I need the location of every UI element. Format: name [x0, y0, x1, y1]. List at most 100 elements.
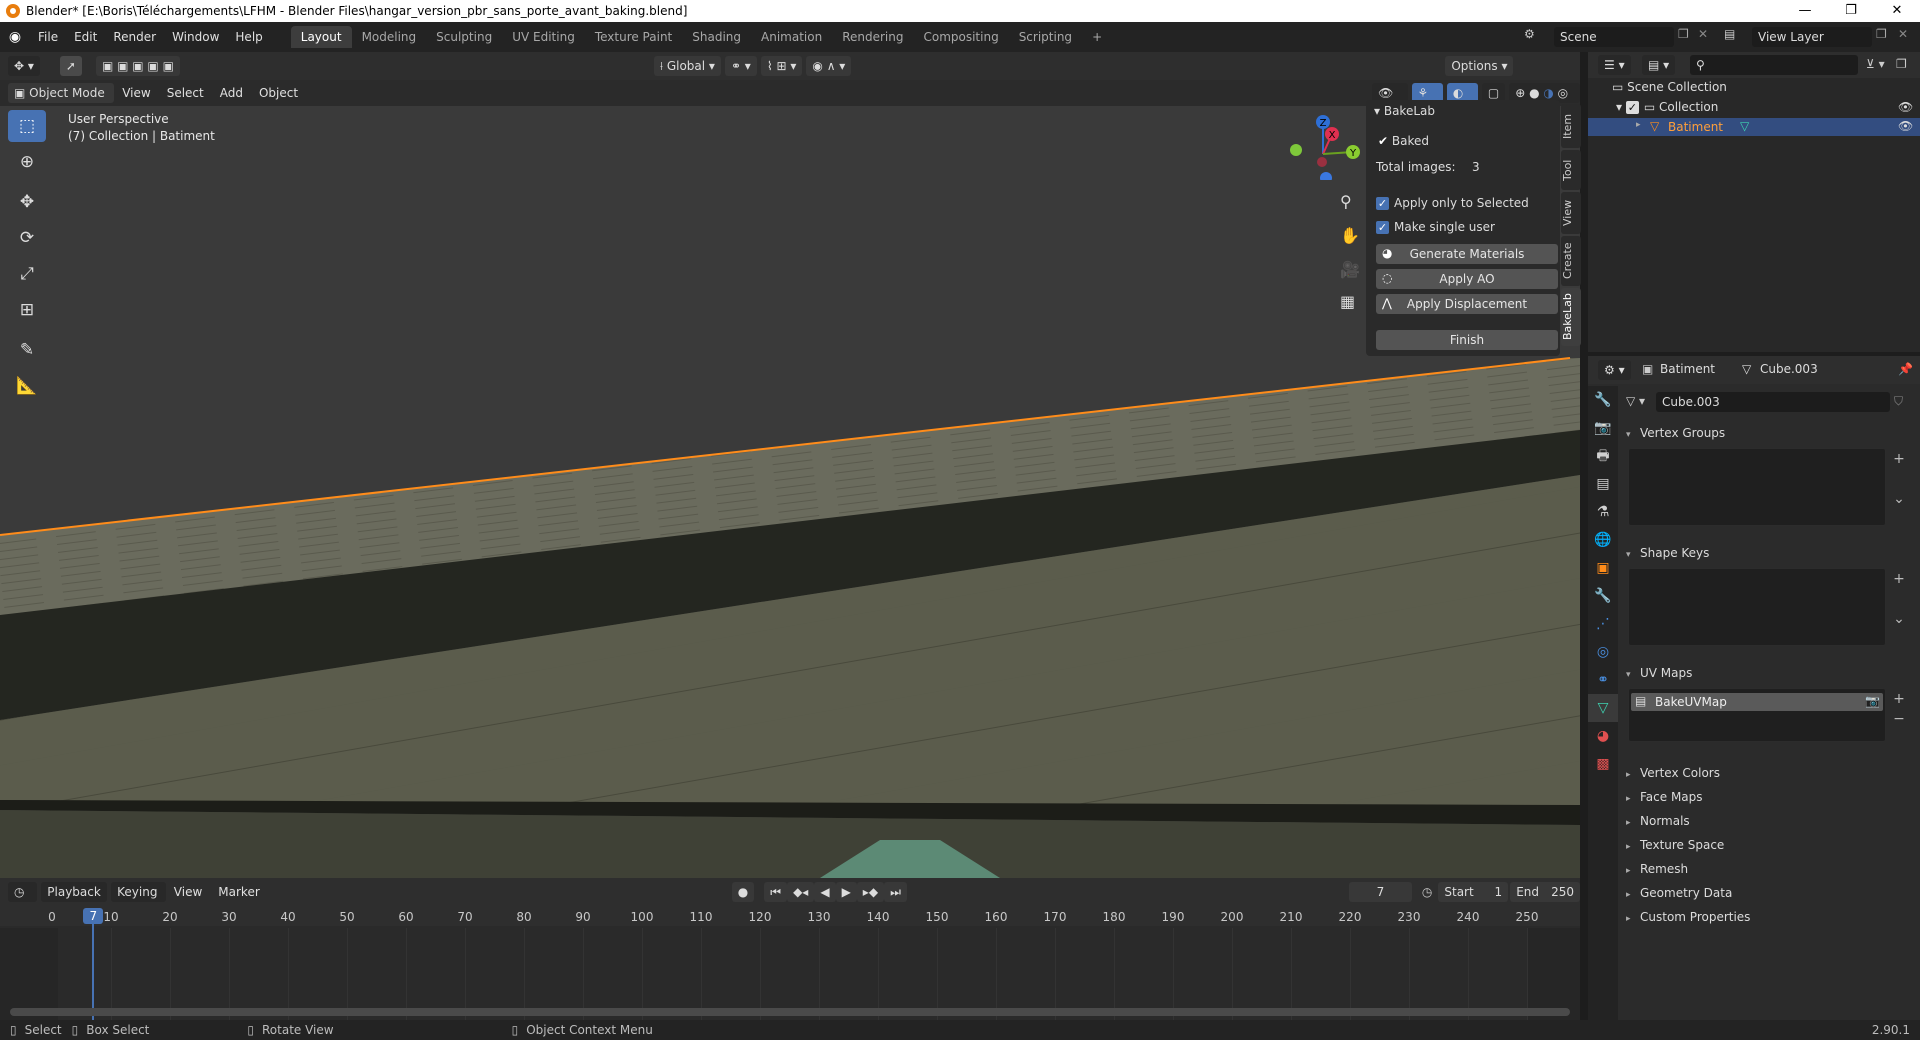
output-tab-icon[interactable]: 🖶 — [1588, 442, 1618, 470]
bakelab-panel-header[interactable]: ▾ BakeLab — [1374, 104, 1435, 118]
end-frame-field[interactable]: End 250 — [1510, 882, 1580, 902]
start-frame-field[interactable]: Start 1 — [1438, 882, 1509, 902]
vertex-colors-section[interactable]: ▸ Vertex Colors — [1626, 762, 1916, 784]
properties-editor-type-icon[interactable]: ⚙ ▾ — [1598, 360, 1631, 380]
rotate-tool-icon[interactable]: ⟳ — [8, 222, 46, 254]
add-uv-map-icon[interactable]: + — [1890, 690, 1908, 708]
display-mode-icon[interactable]: ▤ ▾ — [1642, 55, 1676, 75]
jump-keyframe-forward-icon[interactable]: ▸◆ — [856, 882, 885, 902]
tool-tab-icon[interactable]: 🔧 — [1588, 386, 1618, 414]
zoom-icon[interactable]: ⚲ — [1340, 192, 1352, 211]
world-tab-icon[interactable]: 🌐 — [1588, 526, 1618, 554]
menu-window[interactable]: Window — [164, 30, 227, 44]
scale-tool-icon[interactable]: ⤢ — [8, 258, 46, 290]
constraints-tab-icon[interactable]: ⚭ — [1588, 666, 1618, 694]
outliner-search-input[interactable]: ⚲ — [1690, 55, 1858, 75]
fake-user-shield-icon[interactable]: ⛉ — [1894, 394, 1903, 409]
menu-view[interactable]: View — [114, 86, 158, 100]
add-vertex-group-icon[interactable]: + — [1890, 450, 1908, 468]
mesh-data-tab-icon[interactable]: ▽ — [1588, 694, 1618, 722]
texture-space-section[interactable]: ▸ Texture Space — [1626, 834, 1916, 856]
shape-keys-section[interactable]: ▾ Shape Keys — [1626, 542, 1916, 564]
uv-maps-section[interactable]: ▾ UV Maps — [1626, 662, 1916, 684]
new-view-layer-icon[interactable]: ❐ — [1876, 27, 1887, 41]
timeline-marker-menu[interactable]: Marker — [210, 885, 267, 899]
object-tab-icon[interactable]: ▣ — [1588, 554, 1618, 582]
outliner-editor-type-icon[interactable]: ☰ ▾ — [1598, 55, 1631, 75]
mesh-datablock-icon[interactable]: ▽ ▾ — [1626, 394, 1645, 408]
workspace-tab-texture-paint[interactable]: Texture Paint — [585, 26, 682, 48]
outliner-scene-collection[interactable]: ▭ Scene Collection — [1612, 80, 1727, 94]
material-tab-icon[interactable]: ◕ — [1588, 722, 1618, 750]
new-collection-icon[interactable]: ❐ — [1896, 57, 1907, 71]
menu-render[interactable]: Render — [105, 30, 164, 44]
workspace-tab-animation[interactable]: Animation — [751, 26, 832, 48]
workspace-tab-modeling[interactable]: Modeling — [352, 26, 427, 48]
pin-icon[interactable]: 📌 — [1898, 362, 1913, 376]
face-maps-section[interactable]: ▸ Face Maps — [1626, 786, 1916, 808]
geometry-data-section[interactable]: ▸ Geometry Data — [1626, 882, 1916, 904]
collection-checkbox-icon[interactable]: ✓ — [1625, 101, 1639, 114]
add-workspace-button[interactable]: + — [1082, 26, 1112, 48]
menu-edit[interactable]: Edit — [66, 30, 105, 44]
modifier-tab-icon[interactable]: 🔧 — [1588, 582, 1618, 610]
annotate-tool-icon[interactable]: ✎ — [8, 334, 46, 366]
scene-tab-icon[interactable]: ⚗ — [1588, 498, 1618, 526]
play-reverse-icon[interactable]: ◀ — [814, 882, 836, 902]
generate-materials-button[interactable]: ◕ Generate Materials — [1376, 244, 1558, 264]
blender-menu-icon[interactable]: ◉ — [0, 29, 30, 45]
sidebar-tab-tool[interactable]: Tool — [1561, 150, 1581, 190]
select-box-tool-icon[interactable]: ⬚ — [8, 110, 46, 142]
outliner-object-row[interactable]: ▸ ▽ Batiment ▽ 👁 — [1588, 118, 1920, 136]
jump-keyframe-back-icon[interactable]: ◆◂ — [787, 882, 815, 902]
menu-select[interactable]: Select — [159, 86, 212, 100]
sidebar-tab-bakelab[interactable]: BakeLab — [1561, 288, 1581, 346]
editor-type-icon[interactable]: ✥ ▾ — [8, 56, 40, 76]
apply-displacement-button[interactable]: ⋀ Apply Displacement — [1376, 294, 1558, 314]
options-dropdown[interactable]: Options ▾ — [1445, 56, 1514, 76]
timeline-view-menu[interactable]: View — [166, 885, 210, 899]
menu-add[interactable]: Add — [212, 86, 251, 100]
view-layer-tab-icon[interactable]: ▤ — [1588, 470, 1618, 498]
delete-scene-icon[interactable]: ✕ — [1698, 27, 1708, 41]
select-box-icon[interactable]: ▣ ▣ ▣ ▣ ▣ — [95, 56, 180, 76]
current-frame-field[interactable]: 7 — [1348, 882, 1412, 902]
pivot-point-icon[interactable]: ⚭ ▾ — [724, 56, 757, 76]
physics-tab-icon[interactable]: ◎ — [1588, 638, 1618, 666]
view-layer-selector[interactable]: View Layer — [1752, 27, 1872, 47]
texture-tab-icon[interactable]: ▩ — [1588, 750, 1618, 778]
finish-button[interactable]: Finish — [1376, 330, 1558, 350]
workspace-tab-uv-editing[interactable]: UV Editing — [502, 26, 585, 48]
keying-menu[interactable]: Keying ▾ — [111, 882, 166, 919]
remove-uv-map-icon[interactable]: − — [1890, 710, 1908, 728]
pan-hand-icon[interactable]: ✋ — [1340, 226, 1360, 245]
shape-key-menu-icon[interactable]: ⌄ — [1890, 610, 1908, 628]
shape-keys-list[interactable] — [1628, 568, 1886, 646]
make-single-user-checkbox[interactable]: ✓ Make single user — [1376, 220, 1495, 234]
particles-tab-icon[interactable]: ⋰ — [1588, 610, 1618, 638]
measure-tool-icon[interactable]: 📐 — [8, 370, 46, 402]
snap-icon[interactable]: ⌇ ⊞ ▾ — [760, 56, 803, 76]
apply-only-selected-checkbox[interactable]: ✓ Apply only to Selected — [1376, 196, 1529, 210]
menu-object[interactable]: Object — [251, 86, 306, 100]
menu-file[interactable]: File — [30, 30, 66, 44]
close-button[interactable]: ✕ — [1874, 0, 1920, 22]
vertex-groups-list[interactable] — [1628, 448, 1886, 526]
collection-visibility-eye-icon[interactable]: 👁 — [1898, 100, 1913, 114]
new-scene-icon[interactable]: ❐ — [1678, 27, 1689, 41]
play-icon[interactable]: ▶ — [835, 882, 857, 902]
sidebar-tab-item[interactable]: Item — [1561, 104, 1581, 148]
jump-start-icon[interactable]: ⏮ — [764, 882, 788, 902]
workspace-tab-layout[interactable]: Layout — [290, 26, 352, 48]
object-visibility-eye-icon[interactable]: 👁 — [1898, 119, 1913, 133]
normals-section[interactable]: ▸ Normals — [1626, 810, 1916, 832]
minimize-button[interactable]: — — [1782, 0, 1828, 22]
3d-viewport[interactable]: User Perspective (7) Collection | Batime… — [0, 80, 1580, 878]
apply-ao-button[interactable]: ◌ Apply AO — [1376, 269, 1558, 289]
add-shape-key-icon[interactable]: + — [1890, 570, 1908, 588]
proportional-edit-icon[interactable]: ◉ ∧ ▾ — [806, 56, 852, 76]
vertex-groups-section[interactable]: ▾ Vertex Groups — [1626, 422, 1916, 444]
workspace-tab-sculpting[interactable]: Sculpting — [426, 26, 502, 48]
filter-icon[interactable]: ⊻ ▾ — [1866, 57, 1885, 71]
move-tool-icon[interactable]: ✥ — [8, 186, 46, 218]
